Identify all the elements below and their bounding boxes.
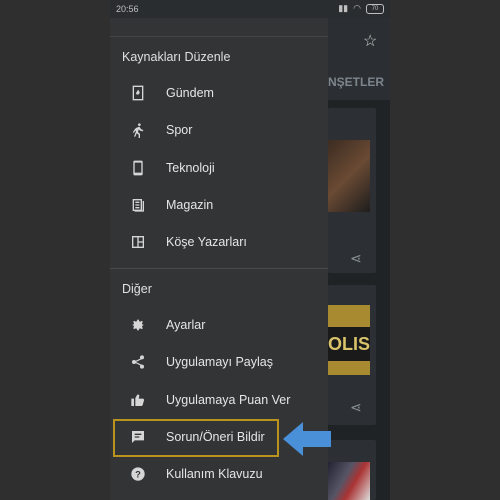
running-icon: [132, 123, 144, 138]
share-icon[interactable]: ⋖: [350, 399, 362, 416]
drawer-item-magazin[interactable]: Magazin: [110, 189, 328, 221]
share-icon: [132, 355, 144, 369]
news-image: [328, 462, 370, 500]
drawer-item-ayarlar[interactable]: Ayarlar: [110, 309, 328, 341]
app-bar: ☆: [328, 18, 390, 64]
drawer-divider: [110, 36, 328, 37]
book-icon: [132, 199, 144, 212]
drawer-item-label: Ayarlar: [166, 318, 206, 332]
drawer-item-label: Uygulamaya Puan Ver: [166, 393, 291, 407]
drawer-item-label: Gündem: [166, 86, 214, 100]
battery-icon: 70: [366, 3, 384, 14]
drawer-item-label: Köşe Yazarları: [166, 235, 247, 249]
drawer-item-paylas[interactable]: Uygulamayı Paylaş: [110, 346, 328, 378]
svg-text:?: ?: [135, 469, 141, 479]
drawer-item-label: Magazin: [166, 198, 214, 212]
drawer-item-kose-yazarlari[interactable]: Köşe Yazarları: [110, 226, 328, 258]
drawer-item-label: Teknoloji: [166, 161, 215, 175]
drawer-item-teknoloji[interactable]: Teknoloji: [110, 152, 328, 184]
fire-icon: [132, 85, 144, 101]
news-image-text: OLIS: [328, 327, 370, 361]
wifi-icon: ◠: [353, 3, 361, 13]
status-bar: 20:56 ▮▮ ◠ 70: [110, 0, 390, 18]
star-icon[interactable]: ☆: [363, 31, 377, 51]
news-image: [328, 140, 370, 212]
drawer-item-spor[interactable]: Spor: [110, 114, 328, 146]
status-time: 20:56: [116, 4, 139, 14]
thumbs-up-icon: [131, 394, 145, 407]
signal-icon: ▮▮: [338, 3, 349, 13]
drawer-item-label: Spor: [166, 123, 193, 137]
highlight-box: [113, 419, 279, 457]
drawer-divider: [110, 268, 328, 269]
help-icon: ?: [131, 467, 145, 481]
news-image: OLIS: [328, 305, 370, 375]
columns-icon: [132, 236, 144, 248]
drawer-item-label: Kullanım Klavuzu: [166, 467, 263, 481]
section-other-title: Diğer: [122, 282, 152, 296]
section-sources-title: Kaynakları Düzenle: [122, 50, 231, 64]
drawer-item-klavuz[interactable]: ? Kullanım Klavuzu: [110, 458, 328, 490]
drawer-item-label: Uygulamayı Paylaş: [166, 355, 273, 369]
drawer-item-gundem[interactable]: Gündem: [110, 77, 328, 109]
tab-label[interactable]: NŞETLER: [328, 64, 390, 100]
gear-icon: [132, 319, 144, 331]
drawer-item-puan-ver[interactable]: Uygulamaya Puan Ver: [110, 384, 328, 416]
phone-icon: [133, 160, 143, 176]
pointer-arrow-icon: [283, 422, 331, 456]
share-icon[interactable]: ⋖: [350, 250, 362, 267]
